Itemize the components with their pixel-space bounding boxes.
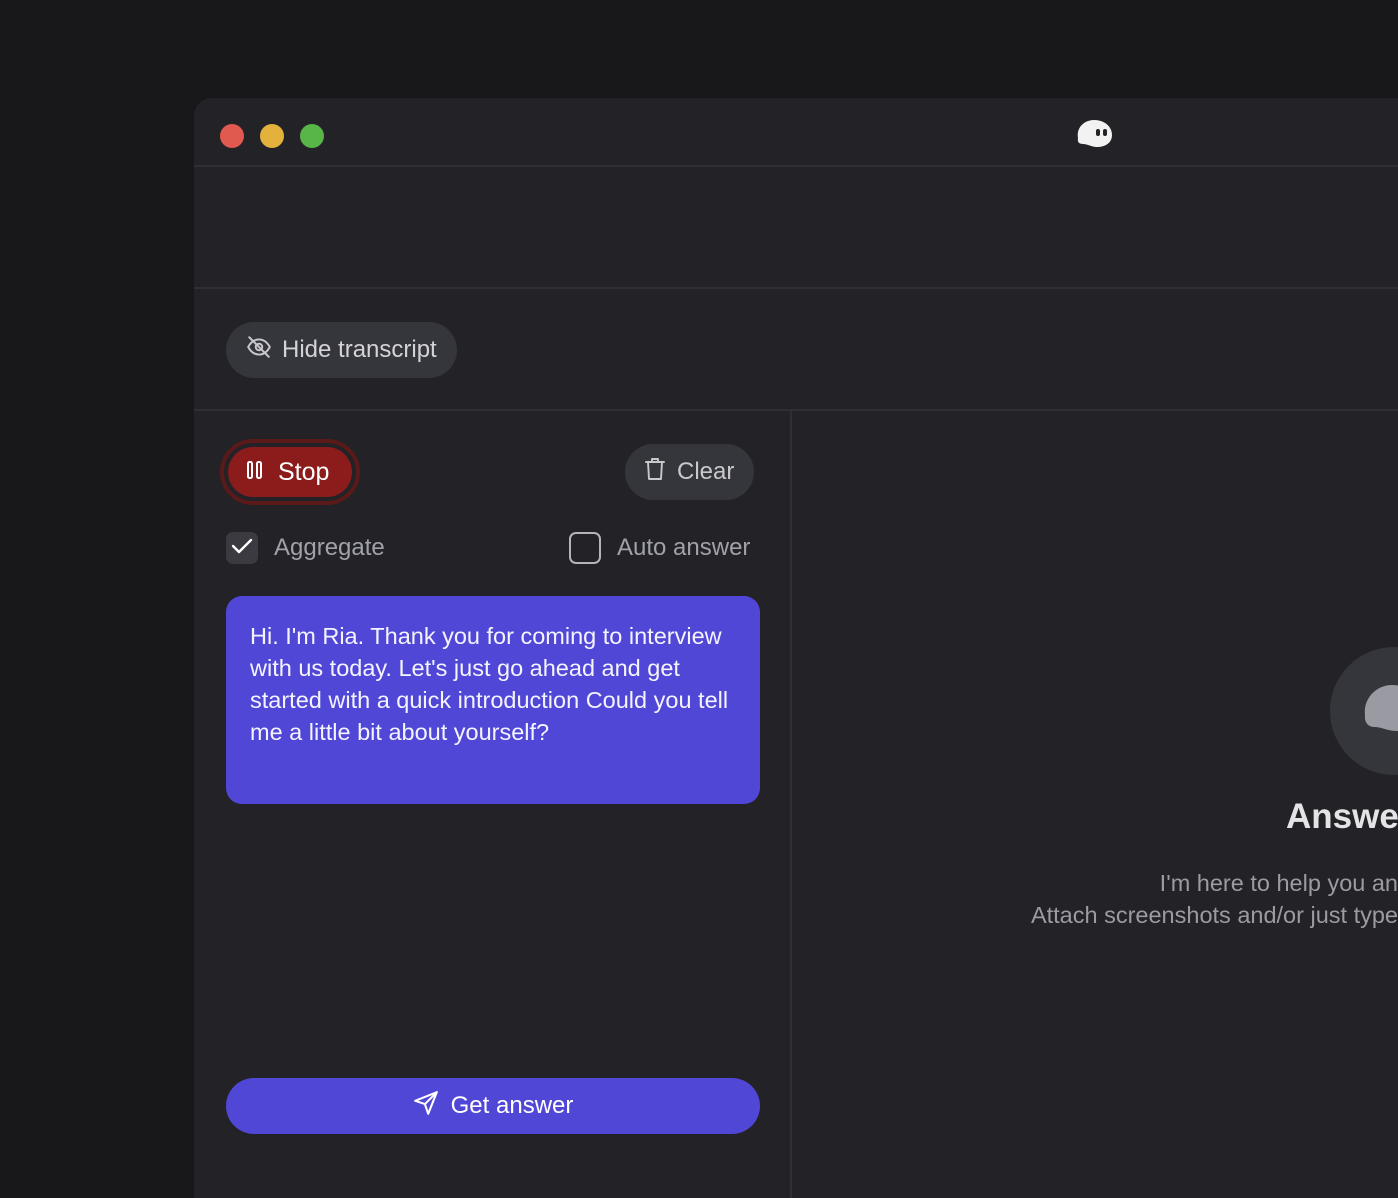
transcript-message: Hi. I'm Ria. Thank you for coming to int…: [226, 596, 760, 804]
send-icon: [413, 1090, 439, 1123]
answer-description: I'm here to help you an Attach screensho…: [1031, 867, 1398, 931]
eye-off-icon: [246, 334, 272, 367]
get-answer-label: Get answer: [450, 1092, 574, 1119]
app-window: Hide transcript Stop Clear Aggregate Aut…: [194, 98, 1398, 1198]
checkmark-icon: [231, 534, 253, 562]
stop-button[interactable]: Stop: [228, 447, 352, 497]
aggregate-label: Aggregate: [274, 534, 385, 561]
get-answer-button[interactable]: Get answer: [226, 1078, 760, 1134]
aggregate-checkbox[interactable]: [226, 532, 258, 564]
ghost-icon: [1364, 685, 1398, 731]
auto-answer-option[interactable]: Auto answer: [569, 532, 750, 564]
transcript-panel: Stop Clear Aggregate Auto answer Hi. I'm…: [194, 411, 792, 1198]
aggregate-option[interactable]: Aggregate: [226, 532, 385, 564]
answer-description-line-1: I'm here to help you an: [1159, 870, 1398, 896]
header-area: [194, 167, 1398, 289]
answer-ghost-avatar: [1330, 647, 1398, 775]
answer-title: Answe: [1286, 797, 1398, 836]
toolbar: Hide transcript: [194, 289, 1398, 411]
pause-icon: [246, 458, 264, 487]
title-bar[interactable]: [194, 98, 1398, 167]
trash-icon: [643, 456, 667, 489]
stop-label: Stop: [278, 457, 330, 486]
ghost-icon: [1074, 116, 1114, 150]
close-window-button[interactable]: [220, 124, 244, 148]
answer-panel: Answe I'm here to help you an Attach scr…: [794, 411, 1398, 1198]
maximize-window-button[interactable]: [300, 124, 324, 148]
auto-answer-checkbox[interactable]: [569, 532, 601, 564]
clear-label: Clear: [677, 458, 735, 485]
hide-transcript-label: Hide transcript: [282, 336, 437, 363]
answer-description-line-2: Attach screenshots and/or just type: [1030, 902, 1398, 928]
stop-button-focus-ring: Stop: [220, 439, 360, 505]
hide-transcript-button[interactable]: Hide transcript: [226, 322, 457, 378]
auto-answer-label: Auto answer: [617, 534, 751, 561]
clear-button[interactable]: Clear: [625, 444, 755, 500]
minimize-window-button[interactable]: [260, 124, 284, 148]
